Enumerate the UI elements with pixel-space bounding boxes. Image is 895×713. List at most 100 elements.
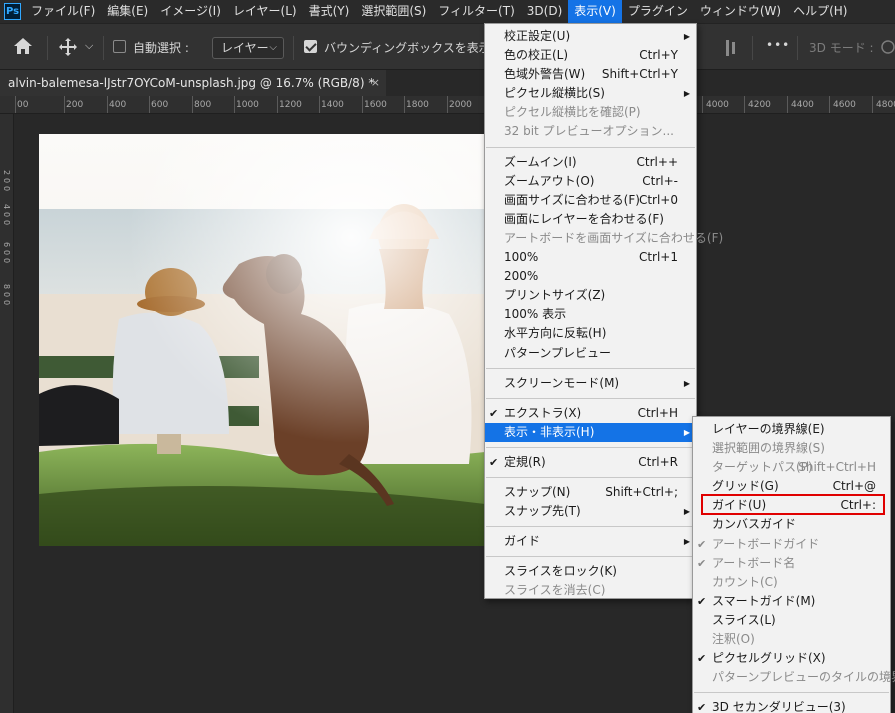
more-options-icon[interactable]: ••• [766, 38, 790, 52]
ruler-tick: 8 [2, 284, 11, 290]
ruler-tick: 400 [109, 100, 127, 110]
ruler-tick: 0 [2, 258, 11, 264]
menu-item-zoom-in[interactable]: ズームイン(I) Ctrl++ [485, 153, 696, 172]
auto-select-checkbox[interactable] [113, 40, 126, 53]
menu-item-100-percent-view[interactable]: 100% 表示 [485, 305, 696, 324]
menu-item-fit-on-screen[interactable]: 画面サイズに合わせる(F) Ctrl+0 [485, 191, 696, 210]
document-image[interactable] [39, 134, 485, 546]
horizontal-ruler[interactable]: 00 200 400 600 800 1000 1200 1400 1600 1… [0, 96, 895, 114]
menu-item-canvas-guides[interactable]: カンバスガイド [693, 515, 890, 534]
menu-separator [486, 146, 695, 148]
ruler-tick: 600 [151, 100, 169, 110]
menu-item-slices[interactable]: スライス(L) [693, 611, 890, 630]
menu-item-pixel-grid[interactable]: ✔ ピクセルグリッド(X) [693, 649, 890, 668]
3d-mode-label: 3D モード : [809, 41, 874, 55]
menu-item-gamut-warning[interactable]: 色域外警告(W) Shift+Ctrl+Y [485, 65, 696, 84]
ruler-tick: 0 [2, 300, 11, 306]
menu-item-proof-colors[interactable]: 色の校正(L) Ctrl+Y [485, 46, 696, 65]
chevron-right-icon: ▶ [683, 537, 690, 547]
menu-item-pixel-aspect-correction: ピクセル縦横比を確認(P) [504, 105, 641, 120]
menu-item-show[interactable]: 表示・非表示(H) ▶ [485, 422, 696, 442]
show-submenu-dropdown: レイヤーの境界線(E) 選択範囲の境界線(S) ターゲットパス(P) Shift+… [692, 416, 895, 713]
menu-separator [486, 526, 695, 528]
menu-type[interactable]: 書式(Y) [303, 0, 356, 23]
checkmark-icon: ✔ [697, 594, 707, 608]
menu-item-200-percent[interactable]: 200% [485, 267, 696, 286]
menu-item-rulers[interactable]: ✔ 定規(R) Ctrl+R [485, 453, 696, 472]
bounding-box-checkbox[interactable] [304, 40, 317, 53]
menu-item-32bit-preview: 32 bit プレビューオプション... [504, 124, 674, 139]
move-tool-icon[interactable] [58, 37, 78, 60]
menu-item-snap[interactable]: スナップ(N) Shift+Ctrl+; [485, 483, 696, 502]
menu-image[interactable]: イメージ(I) [154, 0, 227, 23]
chevron-down-icon: ⌵ [269, 42, 277, 53]
menu-item-pattern-tile-boundary: パターンプレビューのタイルの境界(P) [712, 670, 895, 685]
menu-layer[interactable]: レイヤー(L) [227, 0, 303, 23]
home-icon[interactable] [12, 36, 34, 59]
auto-select-label: 自動選択 : [133, 41, 189, 55]
menu-help[interactable]: ヘルプ(H) [787, 0, 853, 23]
ruler-tick: 0 [2, 250, 11, 256]
menu-item-pattern-preview[interactable]: パターンプレビュー [485, 344, 696, 363]
ruler-tick: 0 [2, 212, 11, 218]
chevron-right-icon: ▶ [683, 32, 690, 41]
ruler-tick: 200 [66, 100, 84, 110]
menu-item-guides[interactable]: ガイド ▶ [485, 532, 696, 551]
document-tab[interactable]: alvin-balemesa-lJstr7OYCoM-unsplash.jpg … [0, 70, 386, 96]
checkmark-icon: ✔ [697, 701, 707, 713]
menu-item-lock-slices[interactable]: スライスをロック(K) [485, 562, 696, 581]
checkmark-icon: ✔ [697, 652, 707, 666]
ruler-tick: 2000 [449, 100, 472, 110]
menu-filter[interactable]: フィルター(T) [432, 0, 520, 23]
menu-item-print-size[interactable]: プリントサイズ(Z) [485, 286, 696, 305]
menu-edit[interactable]: 編集(E) [101, 0, 154, 23]
menu-item-screen-mode[interactable]: スクリーンモード(M) ▶ [485, 374, 696, 393]
menu-item-target-path: ターゲットパス(P) Shift+Ctrl+H [712, 460, 876, 475]
3d-orbit-icon[interactable] [880, 38, 895, 59]
bounding-box-label: バウンディングボックスを表示 [324, 41, 491, 55]
menu-file[interactable]: ファイル(F) [25, 0, 101, 23]
chevron-down-icon[interactable]: ⌵ [85, 39, 93, 53]
layer-select-value: レイヤー [221, 41, 269, 55]
ruler-tick: 800 [194, 100, 212, 110]
menu-item-artboard-names: ✔ アートボード名 [693, 554, 890, 573]
menu-item-layer-edges[interactable]: レイヤーの境界線(E) [693, 420, 890, 439]
menu-item-pixel-aspect-ratio[interactable]: ピクセル縦横比(S) ▶ [485, 84, 696, 103]
document-tab-bar: alvin-balemesa-lJstr7OYCoM-unsplash.jpg … [0, 70, 895, 96]
view-menu-dropdown: 校正設定(U) ▶ 色の校正(L) Ctrl+Y 色域外警告(W) Shift+Ctr… [484, 23, 724, 599]
menu-plugins[interactable]: プラグイン [622, 0, 694, 23]
menu-item-smart-guides[interactable]: ✔ スマートガイド(M) [693, 592, 890, 611]
ruler-tick: 6 [2, 242, 11, 248]
menu-item-flip-horizontal[interactable]: 水平方向に反転(H) [485, 324, 696, 343]
menu-3d[interactable]: 3D(D) [521, 0, 568, 23]
menu-item-fit-artboard-on-screen: アートボードを画面サイズに合わせる(F) [504, 230, 724, 245]
menu-separator [486, 367, 695, 369]
menu-item-snap-to[interactable]: スナップ先(T) ▶ [485, 502, 696, 521]
checkmark-icon: ✔ [489, 455, 499, 469]
menu-window[interactable]: ウィンドウ(W) [694, 0, 787, 23]
menu-item-100-percent[interactable]: 100% Ctrl+1 [485, 248, 696, 267]
menu-item-count: カウント(C) [712, 574, 778, 589]
menu-separator [486, 556, 695, 558]
menu-item-proof-setup[interactable]: 校正設定(U) ▶ [485, 27, 696, 46]
menu-item-fit-layer-on-screen[interactable]: 画面にレイヤーを合わせる(F) [485, 210, 696, 229]
align-icon[interactable] [724, 38, 738, 61]
vertical-ruler[interactable]: 2 0 0 4 0 0 6 0 0 8 0 0 [0, 114, 14, 713]
ruler-tick: 4000 [706, 100, 729, 110]
menu-item-extras[interactable]: ✔ エクストラ(X) Ctrl+H [485, 404, 696, 423]
ruler-tick: 4600 [833, 100, 856, 110]
menu-select[interactable]: 選択範囲(S) [355, 0, 432, 23]
close-icon[interactable]: × [371, 70, 380, 96]
photoshop-window: Ps ファイル(F) 編集(E) イメージ(I) レイヤー(L) 書式(Y) 選… [0, 0, 895, 713]
menu-item-zoom-out[interactable]: ズームアウト(O) Ctrl+- [485, 172, 696, 191]
chevron-right-icon: ▶ [683, 89, 690, 99]
chevron-right-icon: ▶ [683, 507, 690, 517]
ruler-tick: 4200 [748, 100, 771, 110]
photoshop-logo-icon: Ps [4, 3, 21, 20]
layer-select-dropdown[interactable]: レイヤー ⌵ [212, 37, 284, 59]
ruler-tick: 0 [2, 186, 11, 192]
ruler-tick: 4400 [791, 100, 814, 110]
menu-item-3d-secondary-view[interactable]: ✔ 3D セカンダリビュー(3) [693, 698, 890, 713]
menu-item-selection-edges: 選択範囲の境界線(S) [712, 441, 825, 456]
menu-view[interactable]: 表示(V) [568, 0, 622, 23]
